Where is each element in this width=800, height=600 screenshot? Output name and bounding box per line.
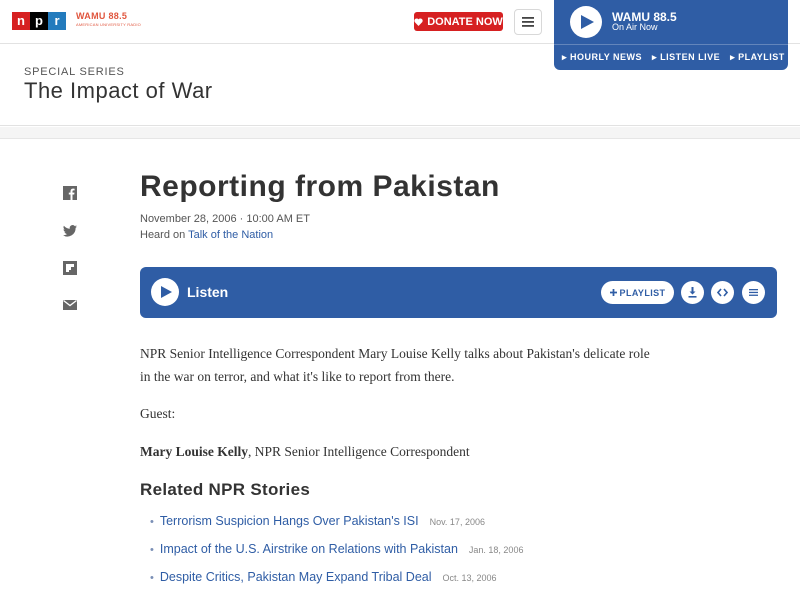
listen-label[interactable]: Listen: [187, 284, 228, 300]
bullet-icon: •: [150, 516, 154, 528]
guest-line: Mary Louise Kelly, NPR Senior Intelligen…: [140, 440, 660, 463]
live-play-button[interactable]: [570, 6, 602, 38]
play-icon: [581, 15, 594, 29]
npr-logo-p: p: [30, 12, 48, 30]
flipboard-icon: [63, 261, 77, 275]
share-email-button[interactable]: [62, 297, 78, 313]
playlist-button-label: PLAYLIST: [619, 287, 666, 298]
guest-label: Guest:: [140, 406, 176, 421]
bullet-icon: •: [150, 572, 154, 584]
related-story-item: • Impact of the U.S. Airstrike on Relati…: [150, 542, 523, 556]
station-logo[interactable]: WAMU 88.5 AMERICAN UNIVERSITY RADIO: [76, 11, 141, 27]
share-flipboard-button[interactable]: [62, 260, 78, 276]
guest-name: Mary Louise Kelly: [140, 444, 248, 459]
heard-on-prefix: Heard on: [140, 229, 186, 241]
station-logo-name: WAMU 88.5: [76, 11, 128, 21]
hamburger-icon: [522, 17, 534, 27]
bullet-icon: •: [150, 544, 154, 556]
menu-button[interactable]: [514, 9, 542, 35]
donate-button[interactable]: DONATE NOW: [414, 12, 503, 31]
embed-icon: [717, 288, 728, 297]
related-story-date: Jan. 18, 2006: [468, 545, 524, 555]
story-title: Reporting from Pakistan: [140, 170, 500, 203]
play-icon: [161, 286, 172, 298]
related-story-item: • Terrorism Suspicion Hangs Over Pakista…: [150, 514, 485, 528]
station-logo-tagline: AMERICAN UNIVERSITY RADIO: [76, 22, 141, 27]
related-story-date: Nov. 17, 2006: [429, 517, 485, 527]
audio-player-bar: Listen PLAYLIST: [140, 267, 777, 318]
section-divider: [0, 127, 800, 139]
story-dateline: November 28, 2006 · 10:00 AM ET: [140, 213, 310, 225]
related-story-link[interactable]: Impact of the U.S. Airstrike on Relation…: [160, 542, 458, 556]
plus-icon: [609, 289, 617, 296]
twitter-icon: [63, 225, 77, 237]
email-icon: [63, 299, 77, 310]
add-to-playlist-button[interactable]: PLAYLIST: [601, 281, 674, 304]
transcript-icon: [749, 289, 758, 296]
download-icon: [688, 287, 697, 298]
npr-logo[interactable]: n p r: [12, 12, 66, 30]
program-link[interactable]: Talk of the Nation: [188, 229, 273, 241]
related-story-item: • Despite Critics, Pakistan May Expand T…: [150, 570, 497, 584]
player-status: On Air Now: [612, 22, 658, 32]
heart-icon: [414, 17, 423, 26]
share-twitter-button[interactable]: [62, 223, 78, 239]
npr-logo-n: n: [12, 12, 30, 30]
series-title[interactable]: The Impact of War: [24, 78, 213, 104]
heard-on-line: Heard on Talk of the Nation: [140, 229, 273, 241]
series-eyebrow[interactable]: SPECIAL SERIES: [24, 66, 125, 78]
transcript-button[interactable]: [742, 281, 765, 304]
listen-play-button[interactable]: [151, 278, 179, 306]
related-story-link[interactable]: Terrorism Suspicion Hangs Over Pakistan'…: [160, 514, 419, 528]
related-story-date: Oct. 13, 2006: [442, 573, 497, 583]
series-header: SPECIAL SERIES The Impact of War: [0, 44, 800, 126]
related-story-link[interactable]: Despite Critics, Pakistan May Expand Tri…: [160, 570, 432, 584]
facebook-icon: [63, 186, 77, 200]
embed-button[interactable]: [711, 281, 734, 304]
donate-label: DONATE NOW: [427, 15, 503, 28]
share-facebook-button[interactable]: [62, 185, 78, 201]
related-stories-heading: Related NPR Stories: [140, 480, 311, 499]
story-paragraph: NPR Senior Intelligence Correspondent Ma…: [140, 346, 650, 384]
guest-role: , NPR Senior Intelligence Correspondent: [248, 444, 470, 459]
npr-logo-r: r: [48, 12, 66, 30]
download-button[interactable]: [681, 281, 704, 304]
